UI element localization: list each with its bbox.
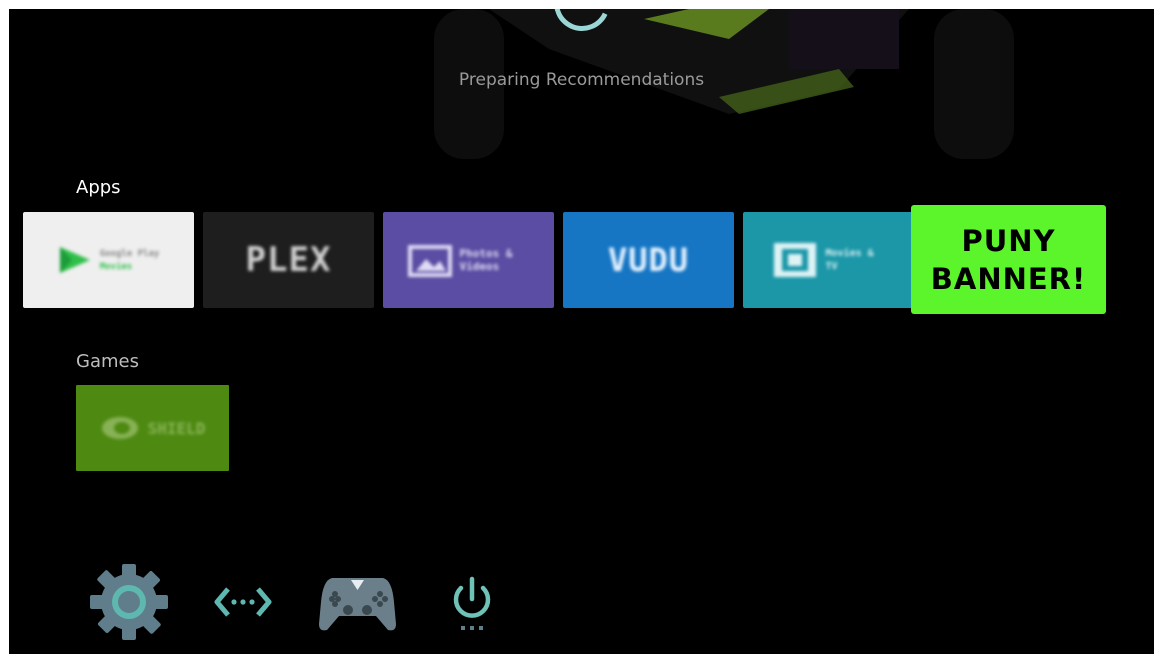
shield-logo: SHIELD — [100, 415, 206, 441]
power-icon[interactable] — [449, 575, 495, 633]
tile-label: Movies & TV — [825, 248, 874, 272]
nvidia-eye-icon — [101, 417, 138, 439]
tile-label: Google Play — [99, 248, 160, 259]
tile-label: VUDU — [607, 241, 690, 279]
play-triangle-icon — [59, 247, 90, 273]
network-connect-icon[interactable] — [214, 585, 272, 619]
status-message: Preparing Recommendations — [458, 70, 705, 90]
games-row-title: Games — [76, 351, 139, 372]
gamepad-icon[interactable] — [318, 572, 397, 632]
tile-label: SHIELD — [147, 418, 206, 438]
tile-label: PLEX — [245, 240, 332, 280]
photo-frame-icon — [407, 245, 452, 277]
settings-gear-icon[interactable] — [90, 564, 168, 640]
app-tile-vudu[interactable]: VUDU — [563, 212, 734, 308]
plex-logo: PLEX — [246, 240, 332, 280]
app-tile-movies-tv[interactable]: Movies & TV — [743, 212, 914, 308]
tile-label: Photos & Videos — [459, 247, 513, 273]
banner-line-1: PUNY — [961, 223, 1056, 258]
movies-tv-logo: Movies & TV — [772, 241, 886, 279]
vudu-logo: VUDU — [608, 241, 689, 279]
apps-row-title: Apps — [76, 177, 121, 198]
app-tile-puny-banner[interactable]: PUNY BANNER! — [911, 205, 1106, 314]
app-tile-google-play-movies[interactable]: Google Play Movies — [23, 212, 194, 308]
app-tile-plex[interactable]: PLEX — [203, 212, 374, 308]
google-play-logo: Google Play Movies — [58, 245, 160, 275]
tv-home-screen: Preparing Recommendations Apps Google Pl… — [9, 9, 1154, 654]
hero-background-art — [434, 9, 1014, 159]
banner-line-2: BANNER! — [930, 261, 1087, 296]
tile-sublabel: Movies — [99, 261, 133, 272]
app-tile-photos-videos[interactable]: Photos & Videos — [383, 212, 554, 308]
game-tile-shield[interactable]: SHIELD — [76, 385, 229, 471]
film-strip-icon — [773, 243, 816, 277]
photos-videos-logo: Photos & Videos — [407, 243, 530, 277]
